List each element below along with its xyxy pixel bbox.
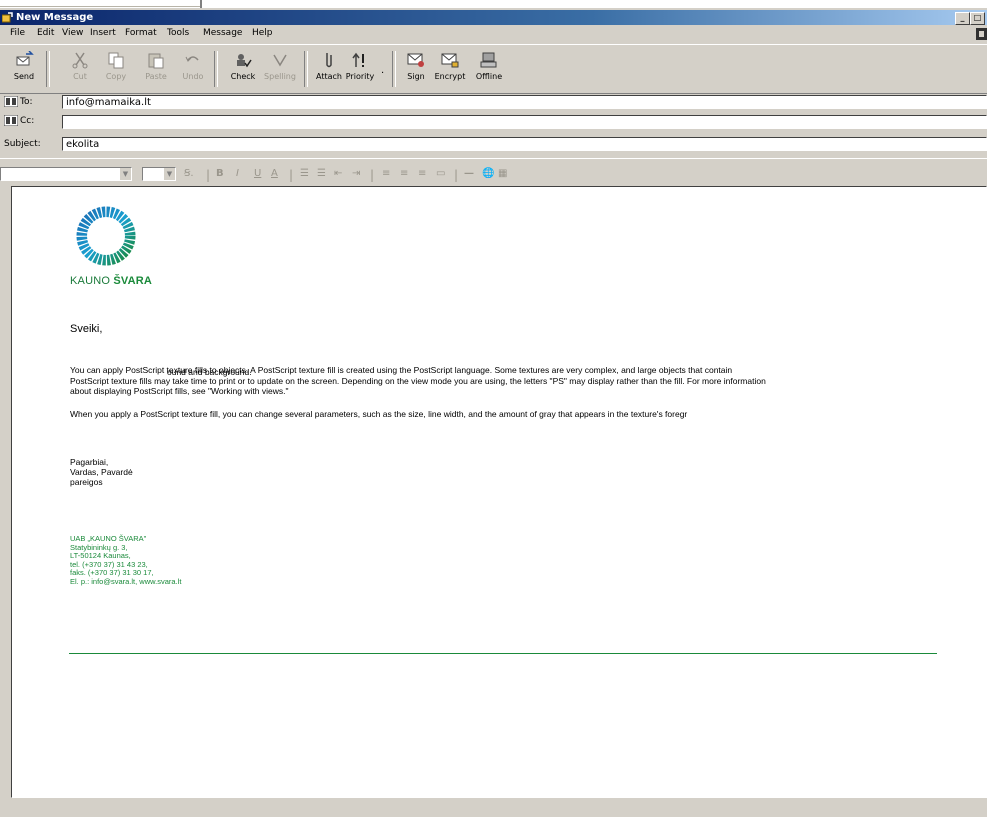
menu-format[interactable]: Format: [125, 28, 157, 38]
company-address: UAB „KAUNO ŠVARA" Statybininkų g. 3, LT-…: [70, 534, 182, 586]
divider: [69, 653, 937, 654]
toolbar-separator: [214, 51, 218, 87]
windows-logo-icon: [976, 28, 987, 40]
overlapping-text: ound and background.: [167, 367, 252, 377]
status-bar: [0, 800, 987, 817]
maximize-button[interactable]: □: [970, 12, 985, 25]
toolbar-separator: [392, 51, 396, 87]
divider: |: [454, 168, 459, 182]
paperclip-icon: [326, 53, 332, 68]
menu-tools[interactable]: Tools: [167, 28, 189, 38]
sign-button[interactable]: Sign: [402, 51, 430, 89]
menu-help[interactable]: Help: [252, 28, 273, 38]
offline-button[interactable]: Offline: [472, 51, 506, 89]
send-icon: [16, 51, 34, 66]
paragraph-style-icon[interactable]: Ꞩ.: [184, 168, 194, 179]
toolbar: Send Cut Copy Paste Undo Check Spelling …: [0, 44, 987, 94]
address-line: El. p.: info@svara.lt, www.svara.lt: [70, 576, 182, 586]
increase-indent-icon[interactable]: ⇥: [352, 168, 360, 179]
to-label[interactable]: To:: [20, 97, 33, 107]
address-book-icon: [4, 96, 18, 107]
font-size-dropdown[interactable]: ▼: [142, 167, 176, 181]
cut-icon: [72, 52, 88, 69]
send-button[interactable]: Send: [8, 51, 40, 89]
minimize-button[interactable]: _: [955, 12, 970, 25]
offline-icon: [480, 52, 497, 68]
cut-button[interactable]: Cut: [66, 51, 94, 89]
greeting: Sveiki,: [70, 323, 103, 335]
priority-icon: [352, 52, 364, 67]
subject-label: Subject:: [4, 139, 41, 149]
message-body[interactable]: KAUNO ŠVARA Sveiki, You can apply PostSc…: [11, 186, 987, 798]
menu-bar: File Edit View Insert Format Tools Messa…: [0, 26, 987, 42]
insert-picture-icon[interactable]: ▦: [498, 168, 507, 179]
encrypt-button[interactable]: Encrypt: [432, 51, 468, 89]
message-header: To: info@mamaika.lt Cc: Subject: ekolita: [0, 94, 987, 154]
align-right-icon[interactable]: ≡: [418, 168, 426, 179]
brand-strong: ŠVARA: [113, 275, 153, 287]
bold-button[interactable]: B: [216, 168, 224, 179]
decrease-indent-icon[interactable]: ⇤: [334, 168, 342, 179]
divider: [0, 6, 200, 7]
working-with-views-link[interactable]: "Working with views.": [208, 386, 289, 396]
address-book-icon: [4, 115, 18, 126]
spelling-button[interactable]: Spelling: [262, 51, 298, 89]
hyperlink-icon[interactable]: 🌐: [482, 168, 494, 179]
menu-edit[interactable]: Edit: [37, 28, 54, 38]
divider: |: [370, 168, 375, 182]
justify-icon[interactable]: ▭: [436, 168, 445, 179]
spelling-icon: [273, 54, 287, 67]
italic-button[interactable]: I: [236, 168, 239, 179]
menu-view[interactable]: View: [62, 28, 83, 38]
background-window-strip: [0, 0, 987, 8]
postscript-link[interactable]: PostScript: [258, 365, 297, 375]
new-message-icon: [2, 12, 13, 23]
sign-icon: [407, 53, 424, 67]
priority-button[interactable]: Priority: [344, 51, 376, 89]
window-title: New Message: [16, 12, 94, 23]
attach-button[interactable]: Attach: [314, 51, 344, 89]
undo-button[interactable]: Undo: [178, 51, 208, 89]
font-name-dropdown[interactable]: ▼: [0, 167, 132, 181]
brand-prefix: KAUNO: [70, 275, 114, 287]
copy-button[interactable]: Copy: [100, 51, 132, 89]
to-field[interactable]: info@mamaika.lt: [62, 95, 987, 109]
chevron-down-icon: ▼: [119, 168, 131, 180]
undo-icon: [185, 56, 199, 62]
check-names-icon: [237, 54, 252, 68]
title-bar[interactable]: New Message _ □: [0, 10, 987, 25]
cc-field[interactable]: [62, 115, 987, 129]
toolbar-separator: [46, 51, 50, 87]
menu-message[interactable]: Message: [203, 28, 242, 38]
chevron-down-icon: ▼: [163, 168, 175, 180]
font-color-button[interactable]: A: [271, 168, 278, 179]
signature-line: pareigos: [70, 477, 103, 487]
divider: |: [289, 168, 294, 182]
numbered-list-icon[interactable]: ☰: [300, 168, 309, 179]
align-center-icon[interactable]: ≡: [400, 168, 408, 179]
paragraph-2: When you apply a PostScript texture fill…: [70, 409, 688, 419]
signature-line: Vardas, Pavardė: [70, 467, 133, 477]
check-names-button[interactable]: Check: [228, 51, 258, 89]
priority-dropdown-arrow[interactable]: .: [381, 65, 384, 76]
divider: |: [206, 168, 211, 182]
signature-line: Pagarbiai,: [70, 457, 109, 467]
signature: Pagarbiai, Vardas, Pavardė pareigos: [70, 457, 133, 487]
menu-file[interactable]: File: [10, 28, 25, 38]
paste-button[interactable]: Paste: [140, 51, 172, 89]
toolbar-separator: [304, 51, 308, 87]
horizontal-line-icon[interactable]: —: [464, 168, 474, 179]
copy-icon: [108, 52, 124, 69]
cc-label[interactable]: Cc:: [20, 116, 34, 126]
underline-button[interactable]: U: [254, 168, 261, 179]
divider: [200, 0, 202, 8]
subject-field[interactable]: ekolita: [62, 137, 987, 151]
encrypt-icon: [441, 53, 459, 68]
bullet-list-icon[interactable]: ☰: [317, 168, 326, 179]
paste-icon: [148, 53, 164, 69]
formatting-toolbar: ▼ ▼ Ꞩ. | B I U A | ☰ ☰ ⇤ ⇥ | ≡ ≡ ≡ ▭ | —…: [0, 158, 987, 185]
align-left-icon[interactable]: ≡: [382, 168, 390, 179]
brand-name: KAUNO ŠVARA: [70, 275, 152, 287]
menu-insert[interactable]: Insert: [90, 28, 116, 38]
